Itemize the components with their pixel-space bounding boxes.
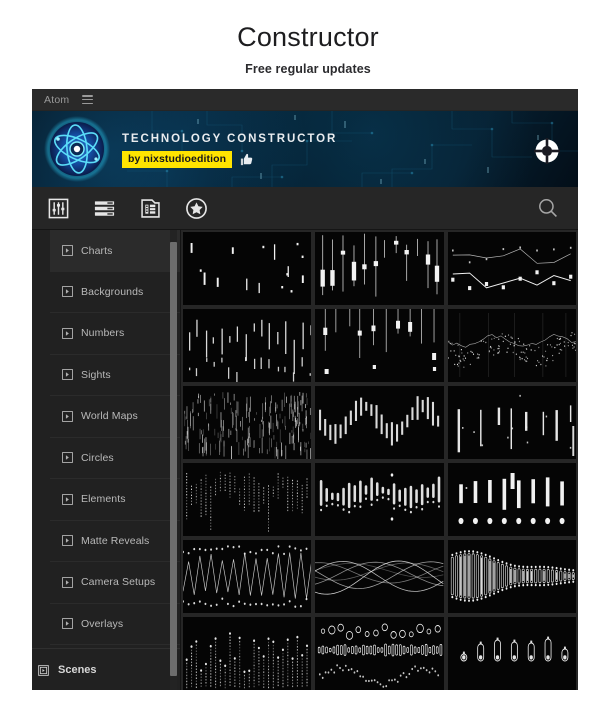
thumbs-up-icon	[241, 153, 253, 166]
sidebar-item-circles[interactable]: Circles	[50, 438, 180, 479]
thumbnail-grid-panel	[181, 230, 578, 690]
thumbnail-preview-capsule-row	[320, 473, 441, 521]
thumbnail-preview-sparse-bars-dots	[190, 242, 304, 294]
expand-square-icon	[62, 535, 73, 547]
thumbnail-item[interactable]	[183, 386, 312, 459]
sidebar-item-label: Camera Setups	[81, 576, 156, 589]
app-window: Atom TECHNOLOGY CONSTRUCTOR by nixstudio…	[32, 89, 578, 690]
target-ring-icon[interactable]	[533, 137, 561, 165]
hamburger-menu-icon[interactable]	[82, 95, 94, 104]
sidebar-item-label: Scenes	[58, 664, 97, 676]
thumbnail-item[interactable]	[447, 309, 576, 382]
thumbnail-preview-hanging-candles	[323, 309, 437, 374]
thumbnail-item[interactable]	[315, 309, 444, 382]
sidebar-item-elements[interactable]: Elements	[50, 479, 180, 521]
sidebar-item-world-maps[interactable]: World Maps	[50, 396, 180, 438]
category-sidebar: Charts Backgrounds Numbers Sights World …	[32, 230, 181, 690]
thumbnail-item[interactable]	[315, 386, 444, 459]
thumbnail-preview-circles-scatter	[318, 623, 443, 688]
thumbnail-item[interactable]	[183, 617, 312, 690]
page-subtitle: Free regular updates	[245, 62, 371, 77]
banner-title: TECHNOLOGY CONSTRUCTOR	[122, 133, 338, 145]
expand-square-icon	[62, 286, 73, 298]
thumbnail-item[interactable]	[447, 540, 576, 613]
toolbar-icon-group	[46, 196, 208, 220]
app-menu-bar: Atom	[32, 89, 578, 111]
app-name-label[interactable]: Atom	[44, 94, 69, 106]
thumbnail-preview-zigzag-dots	[183, 545, 312, 608]
sidebar-item-label: Elements	[81, 493, 126, 506]
app-body: Charts Backgrounds Numbers Sights World …	[32, 230, 578, 690]
sidebar-item-label: Backgrounds	[81, 285, 144, 298]
sidebar-item-label: World Maps	[81, 410, 138, 423]
list-layers-icon[interactable]	[92, 196, 116, 220]
thumbnail-item[interactable]	[183, 540, 312, 613]
expand-square-icon	[62, 369, 73, 381]
thumbnail-item[interactable]	[315, 540, 444, 613]
sidebar-scroll-area: Charts Backgrounds Numbers Sights World …	[32, 230, 180, 648]
author-badge: by nixstudioedition	[122, 151, 233, 168]
thumbnail-item[interactable]	[183, 463, 312, 536]
sidebar-item-label: Numbers	[81, 327, 125, 340]
page-title: Constructor	[237, 22, 379, 52]
sidebar-item-charts[interactable]: Charts	[50, 230, 180, 272]
thumbnail-preview-dual-line-nodes	[450, 246, 572, 291]
sidebar-item-camera-setups[interactable]: Camera Setups	[50, 562, 180, 604]
expand-square-icon	[62, 618, 73, 630]
thumbnail-item[interactable]	[447, 386, 576, 459]
thumbnail-item[interactable]	[183, 309, 312, 382]
thumbnail-preview-drop-bars	[189, 319, 312, 382]
search-icon[interactable]	[536, 196, 560, 220]
expand-square-icon	[62, 576, 73, 588]
banner-text-block: TECHNOLOGY CONSTRUCTOR by nixstudioediti…	[122, 133, 337, 168]
scenes-square-icon	[38, 664, 49, 676]
app-toolbar	[32, 187, 578, 230]
sidebar-item-label: Circles	[81, 451, 114, 464]
thumbnail-preview-pill-row	[460, 636, 568, 662]
sidebar-item-label: Matte Reveals	[81, 534, 150, 547]
thumbnail-item[interactable]	[315, 463, 444, 536]
thumbnail-grid	[183, 232, 578, 690]
thumbnail-item[interactable]	[183, 232, 312, 305]
thumbnail-item[interactable]	[315, 617, 444, 690]
thumbnail-preview-dotted-scatter-lines	[447, 313, 576, 377]
thumbnail-item[interactable]	[447, 617, 576, 690]
atom-logo-icon	[44, 116, 110, 182]
film-document-icon[interactable]	[138, 196, 162, 220]
sidebar-scrollbar-thumb[interactable]	[170, 242, 177, 676]
thumbnail-preview-smooth-waves	[315, 560, 444, 595]
expand-square-icon	[62, 327, 73, 339]
thumbnail-preview-candle-wave	[319, 396, 440, 446]
expand-square-icon	[62, 245, 73, 257]
sidebar-item-scenes[interactable]: Scenes	[32, 648, 180, 690]
star-circle-icon[interactable]	[184, 196, 208, 220]
sidebar-item-label: Charts	[81, 244, 113, 257]
sidebar-item-matte-reveals[interactable]: Matte Reveals	[50, 521, 180, 562]
sidebar-item-overlays[interactable]: Overlays	[50, 604, 180, 645]
thumbnail-preview-capsule-cluster	[450, 550, 575, 602]
thumbnail-preview-sparse-tall-bars	[457, 394, 574, 456]
thumbnail-item[interactable]	[447, 232, 576, 305]
thumbnail-preview-dense-dashes	[184, 392, 312, 459]
sidebar-item-backgrounds[interactable]: Backgrounds	[50, 272, 180, 313]
thumbnail-preview-dotted-bars-dots	[185, 632, 309, 689]
sidebar-item-sights[interactable]: Sights	[50, 355, 180, 396]
sliders-icon[interactable]	[46, 196, 70, 220]
thumbnail-item[interactable]	[447, 463, 576, 536]
thumbnail-preview-tall-candles	[320, 233, 440, 297]
sidebar-item-label: Overlays	[81, 617, 124, 630]
product-banner: TECHNOLOGY CONSTRUCTOR by nixstudioediti…	[32, 111, 578, 187]
expand-square-icon	[62, 493, 73, 505]
page-header: Constructor Free regular updates	[0, 0, 616, 77]
sidebar-item-label: Sights	[81, 368, 111, 381]
expand-square-icon	[62, 452, 73, 464]
thumbnail-preview-bars-with-dots	[458, 473, 565, 525]
sidebar-item-numbers[interactable]: Numbers	[50, 313, 180, 355]
thumbnail-item[interactable]	[315, 232, 444, 305]
thumbnail-preview-dotted-columns	[186, 471, 308, 532]
expand-square-icon	[62, 410, 73, 422]
banner-badge-row: by nixstudioedition	[122, 151, 337, 168]
